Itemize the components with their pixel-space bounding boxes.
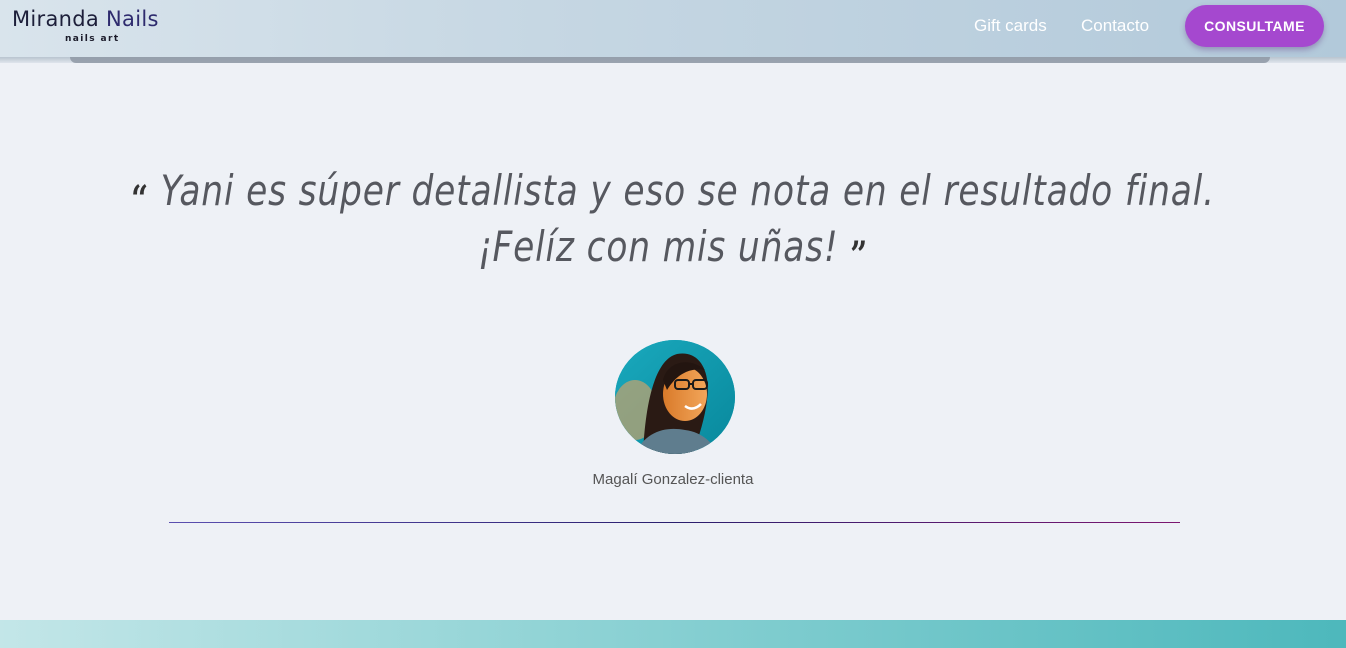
close-quote-icon: ” xyxy=(850,234,869,276)
logo-subtitle: nails art xyxy=(65,34,120,44)
section-divider xyxy=(169,522,1180,523)
testimonial-quote-line-1: “ Yani es súper detallista y eso se nota… xyxy=(121,166,1225,220)
quote-text-2: ¡Felíz con mis uñas! xyxy=(477,222,839,271)
logo[interactable]: Miranda Nails nails art xyxy=(12,7,172,47)
client-avatar xyxy=(615,340,735,454)
nav-link-gift-cards[interactable]: Gift cards xyxy=(974,16,1047,36)
testimonial-quote-line-2: ¡Felíz con mis uñas! ” xyxy=(121,222,1225,276)
nav-link-contacto[interactable]: Contacto xyxy=(1081,16,1149,36)
quote-text-1: Yani es súper detallista y eso se nota e… xyxy=(160,166,1215,215)
footer-band xyxy=(0,620,1346,648)
consultame-button[interactable]: CONSULTAME xyxy=(1185,5,1324,47)
person-avatar-icon xyxy=(615,340,735,454)
page: Miranda Nails nails art Gift cards Conta… xyxy=(0,0,1346,648)
site-header: Miranda Nails nails art Gift cards Conta… xyxy=(0,0,1346,57)
open-quote-icon: “ xyxy=(131,178,149,220)
header-shadow-accent xyxy=(70,57,1270,63)
logo-title: Miranda Nails xyxy=(12,7,159,31)
testimonial-author: Magalí Gonzalez-clienta xyxy=(592,471,754,488)
